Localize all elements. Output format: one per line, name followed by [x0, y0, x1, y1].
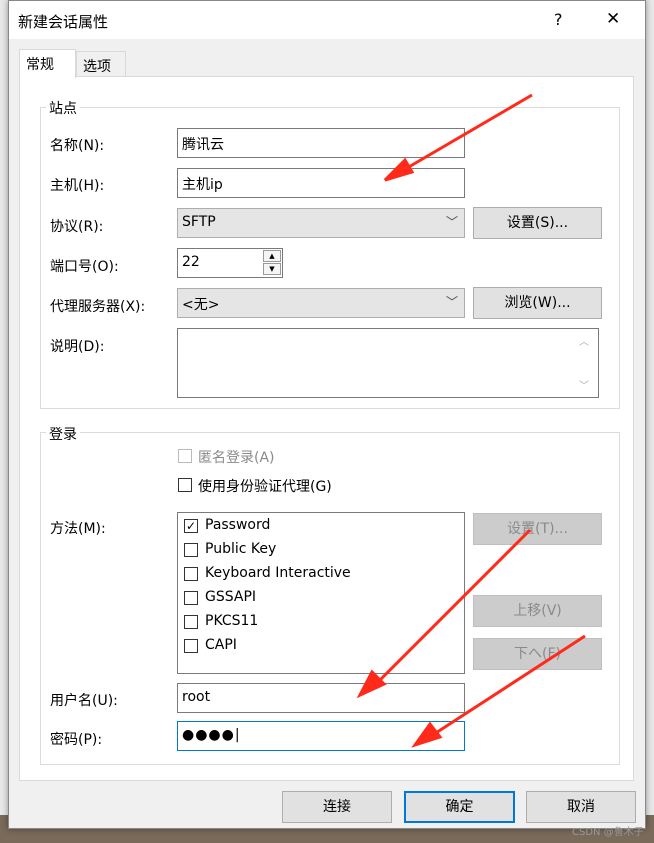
- tab-general[interactable]: 常规: [19, 49, 76, 78]
- annotation-arrow-username: [368, 528, 532, 692]
- arrow-head-icon: [383, 157, 415, 182]
- annotation-arrow-host: [394, 93, 533, 177]
- arrow-head-icon: [411, 721, 443, 748]
- annotation-arrows: [356, 93, 586, 748]
- annotation-arrow-password: [424, 634, 586, 742]
- arrow-head-icon: [356, 669, 387, 699]
